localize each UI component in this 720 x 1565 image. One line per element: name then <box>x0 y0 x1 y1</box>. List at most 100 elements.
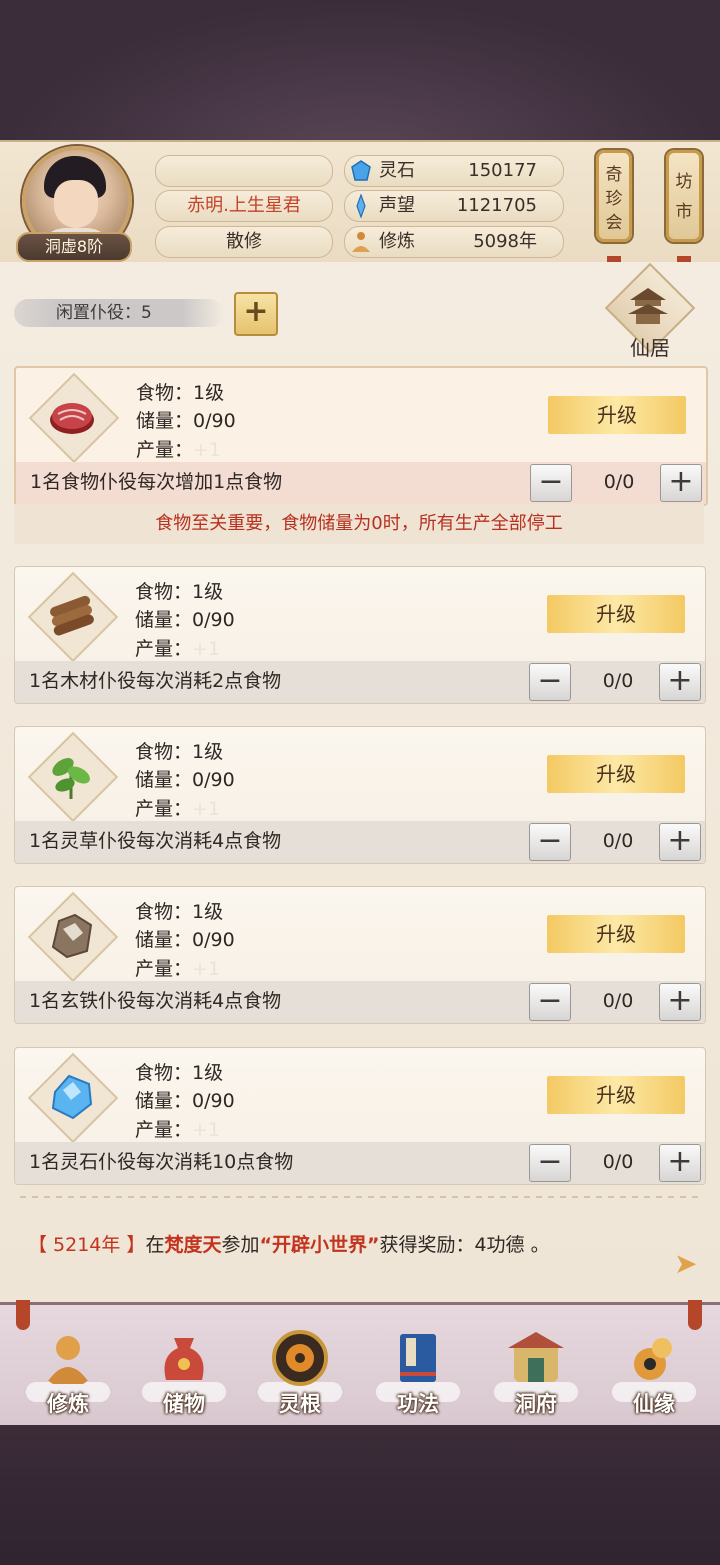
card-footer: 1名灵石仆役每次消耗10点食物 − 0/0 + <box>15 1142 705 1184</box>
card-level: 食物：1级 <box>135 741 224 763</box>
nav-immortal-fate[interactable]: 仙缘 <box>606 1322 702 1418</box>
card-thumbnail <box>27 571 119 663</box>
card-thumbnail <box>27 1052 119 1144</box>
stat-label: 修炼 <box>379 231 415 252</box>
upgrade-button[interactable]: 升级 <box>547 595 685 633</box>
nav-cultivate[interactable]: 修炼 <box>20 1322 116 1418</box>
upgrade-button[interactable]: 升级 <box>547 755 685 793</box>
cultivate-icon <box>46 1336 90 1384</box>
increase-servant-button[interactable]: + <box>659 1144 701 1182</box>
section-divider <box>20 1196 700 1198</box>
card-storage: 储量：0/90 <box>136 410 236 432</box>
top-background <box>0 0 720 140</box>
servant-count: 0/0 <box>602 830 634 852</box>
card-footer: 1名灵草仆役每次消耗4点食物 − 0/0 + <box>15 821 705 863</box>
increase-servant-button[interactable]: + <box>659 663 701 701</box>
cave-palace-icon <box>508 1332 564 1382</box>
crystal-icon <box>51 1074 93 1120</box>
card-level: 食物：1级 <box>135 901 224 923</box>
output-label: 产量： <box>135 1119 193 1141</box>
news-year: 【 5214年 】 <box>28 1234 146 1256</box>
output-label: 产量： <box>135 638 193 660</box>
nav-technique[interactable]: 功法 <box>370 1322 466 1418</box>
iron-production-card: 食物：1级 储量：0/90 产量：+1 升级 1名玄铁仆役每次消耗4点食物 − … <box>14 886 706 1024</box>
stat-label: 灵石 <box>379 160 415 181</box>
nav-cave-palace[interactable]: 洞府 <box>488 1322 584 1418</box>
nav-label: 仙缘 <box>633 1392 675 1416</box>
card-storage: 储量：0/90 <box>135 769 235 791</box>
output-label: 产量： <box>135 798 193 820</box>
card-storage: 储量：0/90 <box>135 609 235 631</box>
idle-servants-label: 闲置仆役：5 <box>14 299 224 327</box>
storage-bag-icon <box>164 1338 204 1380</box>
increase-servant-button[interactable]: + <box>659 823 701 861</box>
card-level: 食物：1级 <box>135 1062 224 1084</box>
market-button[interactable]: 坊 市 <box>666 150 702 242</box>
add-servant-button[interactable]: + <box>234 292 278 336</box>
meat-icon <box>50 403 94 434</box>
servant-count: 0/0 <box>603 471 635 493</box>
nav-label: 洞府 <box>515 1392 557 1416</box>
card-footer: 1名食物仆役每次增加1点食物 − 0/0 + <box>16 462 706 504</box>
card-description: 1名灵石仆役每次消耗10点食物 <box>29 1151 294 1173</box>
nav-storage[interactable]: 储物 <box>136 1322 232 1418</box>
news-place: 梵度天 <box>164 1234 222 1256</box>
upgrade-button[interactable]: 升级 <box>548 396 686 434</box>
card-output: 产量：+1 <box>135 634 220 661</box>
player-name-pill <box>155 155 333 187</box>
decrease-servant-button[interactable]: − <box>529 1144 571 1182</box>
output-label: 产量： <box>135 958 193 980</box>
card-thumbnail <box>27 891 119 983</box>
herb-production-card: 食物：1级 储量：0/90 产量：+1 升级 1名灵草仆役每次消耗4点食物 − … <box>14 726 706 864</box>
spirit-stone-icon <box>351 160 371 181</box>
food-warning: 食物至关重要，食物储量为0时，所有生产全部停工 <box>14 504 704 544</box>
decrease-servant-button[interactable]: − <box>529 983 571 1021</box>
news-text: 参加 <box>221 1234 260 1256</box>
card-output: 产量：+1 <box>135 954 220 981</box>
stat-label: 声望 <box>379 195 415 216</box>
decrease-servant-button[interactable]: − <box>529 663 571 701</box>
increase-servant-button[interactable]: + <box>660 464 702 502</box>
news-message: 【 5214年 】在梵度天参加“开辟小世界”获得奖励：4功德 。 <box>28 1230 550 1257</box>
expand-arrow-icon[interactable]: ➤ <box>674 1250 704 1278</box>
herb-icon <box>52 758 90 799</box>
upgrade-button[interactable]: 升级 <box>547 1076 685 1114</box>
card-storage: 储量：0/90 <box>135 1090 235 1112</box>
news-event: “开辟小世界” <box>259 1234 380 1256</box>
card-level: 食物：1级 <box>136 382 225 404</box>
servant-count: 0/0 <box>602 1151 634 1173</box>
spirit-stone-production-card: 食物：1级 储量：0/90 产量：+1 升级 1名灵石仆役每次消耗10点食物 −… <box>14 1047 706 1185</box>
card-thumbnail <box>28 372 120 464</box>
wood-production-card: 食物：1级 储量：0/90 产量：+1 升级 1名木材仆役每次消耗2点食物 − … <box>14 566 706 704</box>
card-level: 食物：1级 <box>135 581 224 603</box>
output-value: +1 <box>192 1119 221 1141</box>
output-value: +1 <box>192 638 221 660</box>
card-thumbnail <box>27 731 119 823</box>
card-storage: 储量：0/90 <box>135 929 235 951</box>
card-output: 产量：+1 <box>136 435 221 462</box>
upgrade-button[interactable]: 升级 <box>547 915 685 953</box>
servant-count: 0/0 <box>602 670 634 692</box>
treasure-hall-button[interactable]: 奇 珍 会 <box>596 150 632 242</box>
decrease-servant-button[interactable]: − <box>529 823 571 861</box>
card-output: 产量：+1 <box>135 1115 220 1142</box>
card-description: 1名食物仆役每次增加1点食物 <box>30 471 283 493</box>
immortal-fate-icon <box>634 1338 672 1380</box>
spirit-root-icon <box>272 1330 328 1386</box>
bottom-background <box>0 1425 720 1565</box>
stat-value: 5098年 <box>473 231 537 252</box>
stat-value: 1121705 <box>456 195 537 216</box>
decrease-servant-button[interactable]: − <box>530 464 572 502</box>
increase-servant-button[interactable]: + <box>659 983 701 1021</box>
nav-label: 灵根 <box>279 1392 321 1416</box>
pagoda-icon <box>628 288 668 324</box>
nav-label: 修炼 <box>47 1392 89 1416</box>
card-description: 1名木材仆役每次消耗2点食物 <box>29 670 282 692</box>
residence-label: 仙居 <box>630 336 670 360</box>
nav-spirit-root[interactable]: 灵根 <box>252 1322 348 1418</box>
news-text: 在 <box>145 1234 165 1256</box>
output-value: +1 <box>193 439 222 461</box>
card-footer: 1名木材仆役每次消耗2点食物 − 0/0 + <box>15 661 705 703</box>
rank-badge: 洞虚8阶 <box>16 232 132 262</box>
stat-value: 150177 <box>468 160 537 181</box>
